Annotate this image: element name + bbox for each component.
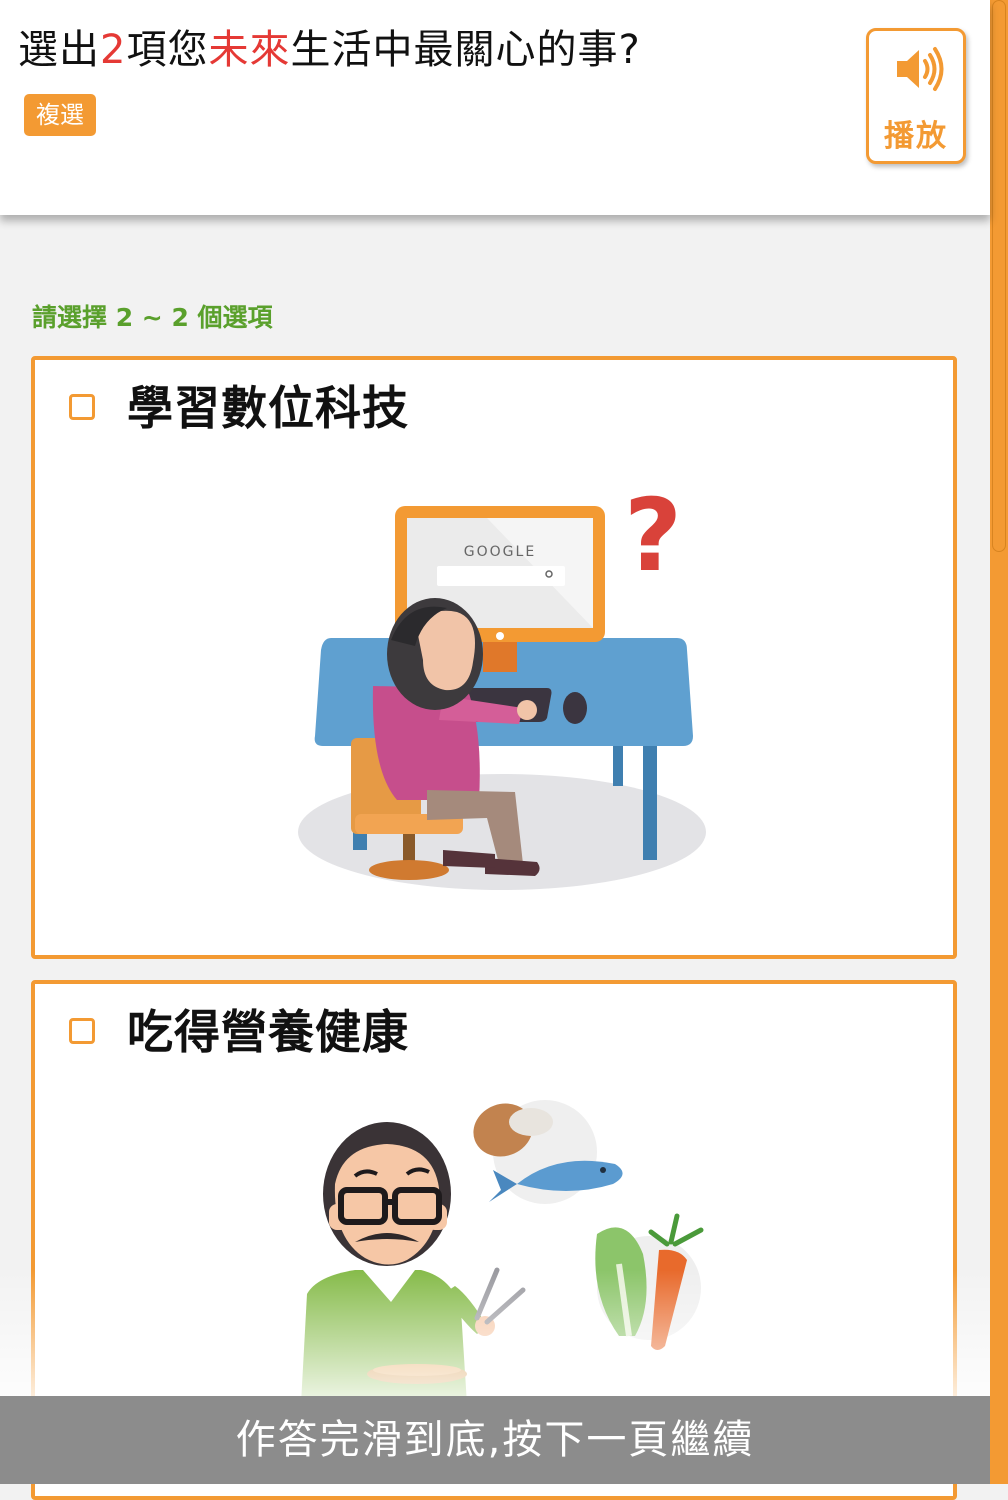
option-checkbox[interactable] xyxy=(69,394,95,420)
option-checkbox[interactable] xyxy=(69,1018,95,1044)
selection-hint: 請選擇 2 ~ 2 個選項 xyxy=(32,303,273,332)
play-audio-button[interactable]: 播放 xyxy=(866,28,966,164)
option-label: 學習數位科技 xyxy=(127,381,409,435)
scroll-instruction-bar: 作答完滑到底,按下一頁繼續 xyxy=(0,1396,990,1484)
option-card-digital-tech[interactable]: 學習數位科技 GOOGLE ? xyxy=(31,356,957,959)
svg-text:GOOGLE: GOOGLE xyxy=(464,544,536,560)
play-label: 播放 xyxy=(884,119,948,154)
scrollbar-thumb[interactable] xyxy=(992,0,1006,552)
svg-text:?: ? xyxy=(624,477,682,594)
question-title: 選出2項您未來生活中最關心的事? xyxy=(18,27,641,73)
question-header: 選出2項您未來生活中最關心的事? 複選 播放 xyxy=(0,0,990,215)
elderly-woman-computer-illustration: GOOGLE ? xyxy=(247,440,747,910)
multi-select-badge: 複選 xyxy=(24,94,96,136)
speaker-icon xyxy=(897,47,944,91)
bottom-fade xyxy=(0,1270,990,1400)
option-label: 吃得營養健康 xyxy=(127,1005,409,1059)
